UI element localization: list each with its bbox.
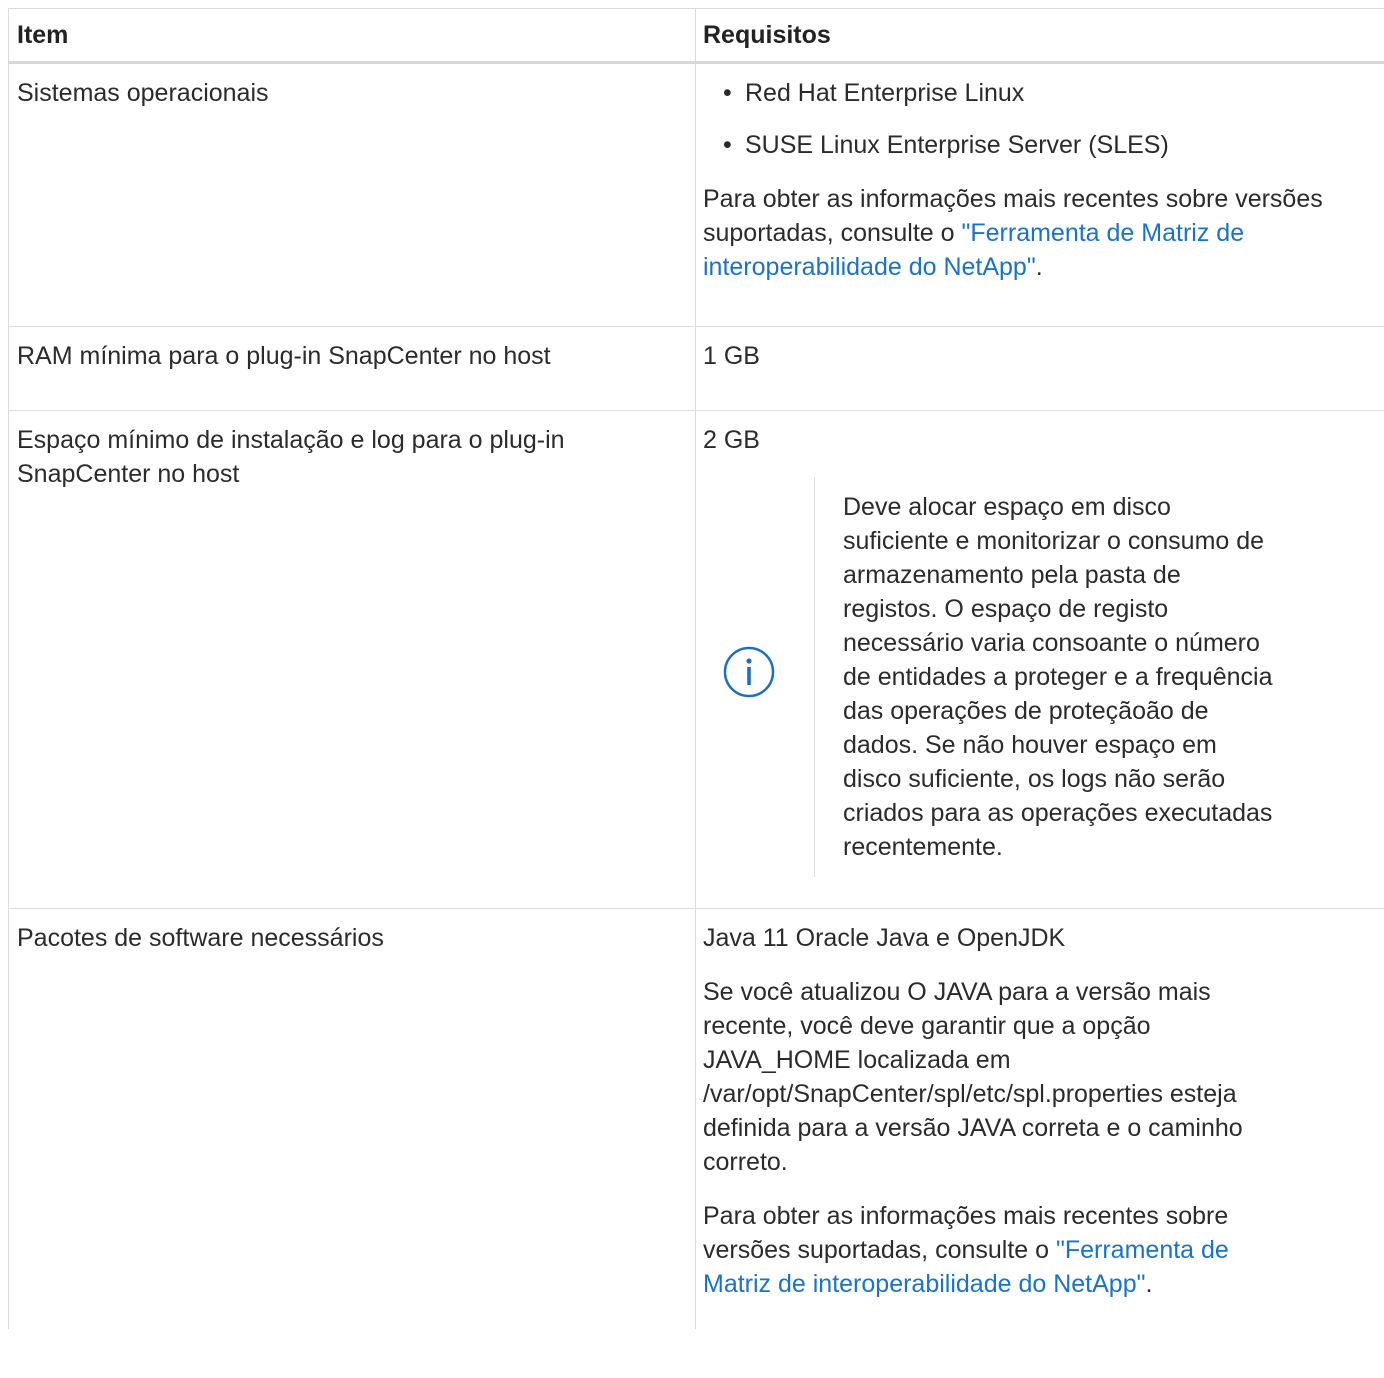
- table-row-software-packages: Pacotes de software necessários Java 11 …: [8, 908, 1384, 1329]
- list-item: • SUSE Linux Enterprise Server (SLES): [723, 128, 1376, 162]
- table-row-minimum-ram: RAM mínima para o plug-in SnapCenter no …: [8, 326, 1384, 411]
- bullet-icon: •: [723, 131, 732, 159]
- list-item: • Red Hat Enterprise Linux: [723, 76, 1376, 110]
- info-note: Deve alocar espaço em disco suficiente e…: [703, 477, 1376, 877]
- os-list: • Red Hat Enterprise Linux • SUSE Linux En…: [703, 76, 1376, 162]
- support-info-text: Para obter as informações mais recentes …: [703, 185, 1323, 281]
- item-cell: Sistemas operacionais: [8, 62, 696, 327]
- item-label-line: Espaço mínimo de instalação e log para o…: [17, 426, 565, 454]
- requirements-table: Item Requisitos Sistemas operacionais • R…: [8, 8, 1384, 1329]
- item-label: RAM mínima para o plug-in SnapCenter no …: [17, 342, 551, 370]
- requirement-cell: 1 GB: [695, 326, 1384, 411]
- item-label-line: SnapCenter no host: [17, 460, 240, 488]
- item-cell: RAM mínima para o plug-in SnapCenter no …: [8, 326, 696, 411]
- table-row-operating-systems: Sistemas operacionais • Red Hat Enterpris…: [8, 62, 1384, 327]
- note-divider: [814, 477, 815, 877]
- ram-value: 1 GB: [703, 342, 760, 370]
- java-value: Java 11 Oracle Java e OpenJDK: [703, 924, 1066, 952]
- interoperability-matrix-link[interactable]: "Ferramenta de: [1056, 1236, 1229, 1264]
- interoperability-matrix-link-cont[interactable]: Matriz de interoperabilidade do NetApp": [703, 1270, 1145, 1298]
- column-header-item: Item: [8, 8, 696, 64]
- java-home-text: Se você atualizou O JAVA para a versão m…: [703, 978, 1243, 1176]
- item-cell: Pacotes de software necessários: [8, 908, 696, 1329]
- column-header-requirements: Requisitos: [695, 8, 1384, 64]
- item-label: Pacotes de software necessários: [17, 924, 384, 952]
- item-label: Sistemas operacionais: [17, 79, 269, 107]
- bullet-icon: •: [723, 79, 732, 107]
- support-info-text: Para obter as informações mais recentes …: [703, 1202, 1229, 1298]
- table-row-minimum-space: Espaço mínimo de instalação e log para o…: [8, 410, 1384, 909]
- table-header-row: Item Requisitos: [8, 8, 1384, 64]
- item-cell: Espaço mínimo de instalação e log para o…: [8, 410, 696, 909]
- requirement-cell: Java 11 Oracle Java e OpenJDK Se você at…: [695, 908, 1384, 1329]
- space-value: 2 GB: [703, 426, 760, 454]
- note-text: Deve alocar espaço em disco suficiente e…: [843, 493, 1273, 861]
- requirement-cell: 2 GB Deve alocar espaço em disco suficie…: [695, 410, 1384, 909]
- info-circle-icon: [722, 645, 776, 699]
- requirement-cell: • Red Hat Enterprise Linux • SUSE Linux En…: [695, 62, 1384, 327]
